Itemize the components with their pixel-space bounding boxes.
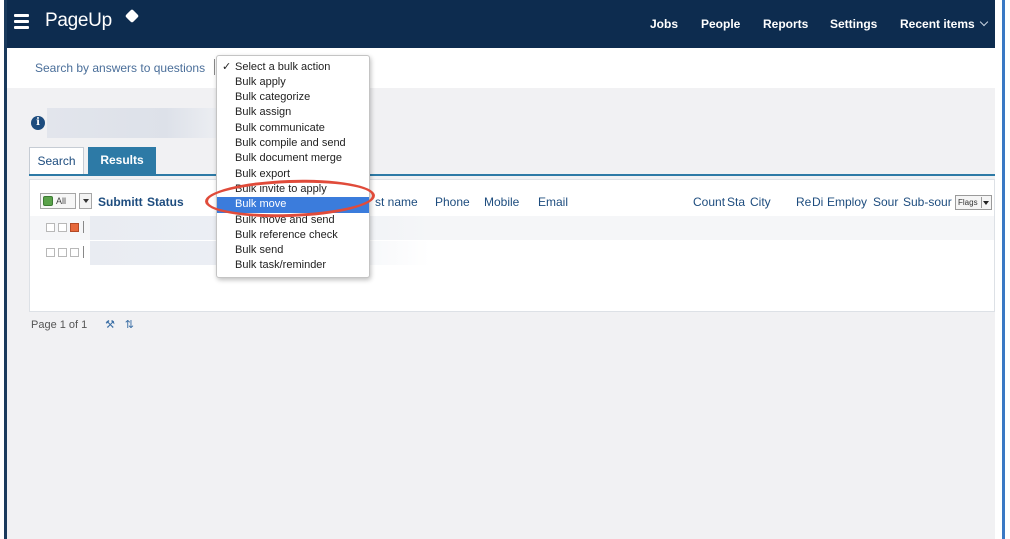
bulk-menu-item-label: Bulk communicate [235,121,325,134]
bulk-menu-item[interactable]: Bulk categorize [217,90,369,106]
flag-checkbox[interactable] [58,248,67,257]
bulk-menu-item-label: Bulk categorize [235,91,311,104]
column-header-last-name[interactable]: st name [375,195,418,209]
column-header-city[interactable]: City [750,195,771,209]
checkbox-checked-icon [43,196,53,206]
tab-search[interactable]: Search [29,147,84,174]
chevron-down-icon [979,17,988,27]
bulk-menu-item[interactable]: Bulk apply [217,75,369,91]
bulk-menu-item-label: Bulk export [235,167,291,180]
flag-checkbox[interactable] [46,248,55,257]
flags-select[interactable]: Flags [955,195,992,210]
select-all-dropdown[interactable] [79,193,92,209]
bulk-menu-item[interactable]: Bulk task/reminder [217,258,369,274]
column-header-email[interactable]: Email [538,195,568,209]
app-window: PageUp Jobs People Reports Settings Rece… [0,0,1010,539]
wrench-icon[interactable]: ⚒ [103,318,117,332]
sub-toolbar: Search by answers to questions [7,48,995,88]
flag-checkbox-orange[interactable] [70,223,79,232]
nav-recent-items-label: Recent items [900,17,975,31]
sort-icon[interactable]: ⇅ [122,318,136,332]
main-content: i V Search Results All Submitt Status st… [7,88,995,539]
window-edge-right [1002,0,1005,539]
bulk-menu-item-label: Select a bulk action [235,60,331,73]
bulk-menu-item-label: Bulk assign [235,106,292,119]
tab-results[interactable]: Results [88,147,156,174]
table-row[interactable] [30,216,994,240]
redacted-header [47,108,217,138]
bulk-menu-item[interactable]: Bulk send [217,243,369,259]
top-navigation-bar: PageUp Jobs People Reports Settings Rece… [7,0,995,48]
flags-select-value: Flags [958,198,978,207]
table-row[interactable] [30,241,994,265]
bulk-menu-item-label: Bulk document merge [235,152,342,165]
column-header-source[interactable]: Sour [873,195,898,209]
bulk-menu-item[interactable]: ✓ Select a bulk action [217,60,369,76]
pagination-text: Page 1 of 1 [31,319,88,331]
column-header-district[interactable]: Di [812,195,823,209]
nav-jobs[interactable]: Jobs [650,17,678,31]
flag-checkbox[interactable] [46,223,55,232]
column-header-country[interactable]: Count [693,195,725,209]
bulk-menu-item[interactable]: Bulk invite to apply [217,182,369,198]
column-header-mobile[interactable]: Mobile [484,195,519,209]
column-header-phone[interactable]: Phone [435,195,470,209]
pageup-logo[interactable]: PageUp [45,8,140,36]
bulk-menu-item[interactable]: Bulk move [217,197,369,213]
logo-text: PageUp [45,10,112,31]
bulk-menu-item[interactable]: Bulk export [217,167,369,183]
nav-recent-items[interactable]: Recent items [900,17,988,31]
search-by-answers-link[interactable]: Search by answers to questions [35,61,205,75]
column-header-status[interactable]: Status [147,195,184,209]
bulk-menu-item[interactable]: Bulk document merge [217,151,369,167]
column-header-region[interactable]: Re [796,195,811,209]
bulk-menu-item[interactable]: Bulk compile and send [217,136,369,152]
bulk-menu-item-label: Bulk task/reminder [235,259,327,272]
bulk-menu-item[interactable]: Bulk move and send [217,213,369,229]
bulk-menu-item-label: Bulk reference check [235,228,338,241]
flag-checkbox[interactable] [58,223,67,232]
bulk-menu-item-label: Bulk move and send [235,213,335,226]
select-all-checkbox[interactable]: All [40,193,76,209]
bulk-action-dropdown-menu[interactable]: ✓ Select a bulk action Bulk apply Bulk cate… [216,55,370,278]
bulk-menu-item-label: Bulk move [235,198,287,211]
tab-underline [29,174,995,176]
column-header-state[interactable]: Sta [727,195,745,209]
checkmark-icon: ✓ [222,60,232,73]
nav-reports[interactable]: Reports [763,17,808,31]
bulk-menu-item-label: Bulk invite to apply [235,182,327,195]
cell-divider [83,246,84,258]
bulk-menu-item[interactable]: Bulk assign [217,105,369,121]
cell-divider [83,221,84,233]
bulk-menu-item-label: Bulk compile and send [235,137,346,149]
results-table: All Submitt Status st name Phone Mobile … [29,179,995,312]
bulk-menu-item[interactable]: Bulk reference check [217,228,369,244]
hamburger-menu-icon[interactable] [14,14,30,32]
info-icon[interactable]: i [31,116,45,130]
column-header-submitted[interactable]: Submitt [98,195,143,209]
select-all-label: All [56,196,67,206]
nav-people[interactable]: People [701,17,740,31]
pagination-tools: ⚒ ⇅ [103,317,138,332]
toolbar-separator [214,59,215,75]
logo-diamond-icon [124,8,140,24]
flag-checkbox[interactable] [70,248,79,257]
nav-settings[interactable]: Settings [830,17,877,31]
column-header-employment[interactable]: Employ [827,195,867,209]
column-header-sub-source[interactable]: Sub-sour [903,195,952,209]
bulk-menu-item-label: Bulk apply [235,75,286,88]
bulk-menu-item[interactable]: Bulk communicate [217,121,369,137]
dropdown-arrow-icon [981,197,990,208]
bulk-menu-item-label: Bulk send [235,244,284,257]
